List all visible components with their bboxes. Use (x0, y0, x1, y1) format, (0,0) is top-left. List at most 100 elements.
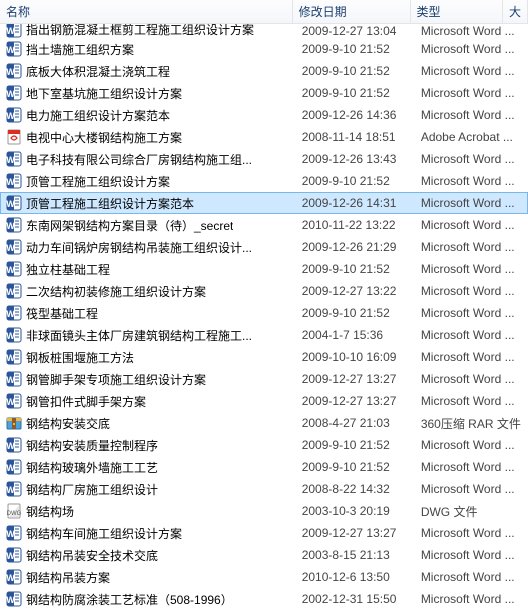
file-name-cell[interactable]: W钢管扣件式脚手架方案 (2, 393, 298, 410)
file-date-cell: 2009-12-26 14:36 (298, 108, 417, 122)
file-name-label: 东南网架钢结构方案目录（待）_secret (26, 217, 233, 234)
word-file-icon: W (6, 41, 22, 57)
svg-text:W: W (6, 221, 15, 231)
file-row[interactable]: W钢结构安装质量控制程序2009-9-10 21:52Microsoft Wor… (0, 434, 528, 456)
file-type-cell: Microsoft Word ... (417, 438, 526, 452)
file-name-cell[interactable]: W钢管脚手架专项施工组织设计方案 (2, 371, 298, 388)
dwg-file-icon: DWG (6, 503, 22, 519)
file-name-cell[interactable]: W 动力车间锅炉房钢结构吊装施工组织设计... (2, 239, 298, 256)
file-row[interactable]: W东南网架钢结构方案目录（待）_secret2010-11-22 13:22Mi… (0, 214, 528, 236)
file-name-cell[interactable]: W钢结构车间施工组织设计方案 (2, 525, 298, 542)
file-name-cell[interactable]: 钢结构安装交底 (2, 415, 298, 432)
word-file-icon: W (6, 591, 22, 607)
file-name-cell[interactable]: W 独立柱基础工程 (2, 261, 298, 278)
file-row[interactable]: W电力施工组织设计方案范本2009-12-26 14:36Microsoft W… (0, 104, 528, 126)
svg-text:W: W (6, 243, 15, 253)
word-file-icon: W (6, 24, 22, 38)
file-name-cell[interactable]: W底板大体积混凝土浇筑工程 (2, 63, 298, 80)
file-date-cell: 2009-12-26 14:31 (298, 196, 417, 210)
svg-text:W: W (6, 199, 15, 209)
file-name-cell[interactable]: W电力施工组织设计方案范本 (2, 107, 298, 124)
file-name-cell[interactable]: W地下室基坑施工组织设计方案 (2, 85, 298, 102)
file-type-cell: Microsoft Word ... (417, 526, 526, 540)
file-row[interactable]: W钢管扣件式脚手架方案2009-12-27 13:27Microsoft Wor… (0, 390, 528, 412)
file-type-cell: Microsoft Word ... (417, 372, 526, 386)
file-name-label: 指出钢筋混凝土框剪工程施工组织设计方案 (26, 24, 254, 38)
file-type-cell: Microsoft Word ... (417, 174, 526, 188)
file-name-cell[interactable]: W钢结构吊装方案 (2, 569, 298, 586)
file-row[interactable]: W钢结构吊装方案2010-12-6 13:50Microsoft Word ..… (0, 566, 528, 588)
column-header-name[interactable]: 名称 (0, 0, 293, 23)
file-list: W指出钢筋混凝土框剪工程施工组织设计方案2009-12-27 13:04Micr… (0, 24, 528, 610)
file-name-cell[interactable]: W顶管工程施工组织设计方案 (2, 173, 298, 190)
file-row[interactable]: W钢结构车间施工组织设计方案2009-12-27 13:27Microsoft … (0, 522, 528, 544)
file-type-cell: Microsoft Word ... (417, 86, 526, 100)
file-name-cell[interactable]: W钢结构玻璃外墙施工工艺 (2, 459, 298, 476)
file-row[interactable]: W指出钢筋混凝土框剪工程施工组织设计方案2009-12-27 13:04Micr… (0, 24, 528, 38)
svg-text:W: W (6, 265, 15, 275)
file-name-cell[interactable]: W非球面镜头主体厂房建筑钢结构工程施工... (2, 327, 298, 344)
file-name-cell[interactable]: W钢结构防腐涂装工艺标准（508-1996） (2, 591, 298, 608)
file-row[interactable]: 钢结构安装交底2008-4-27 21:03360压缩 RAR 文件 (0, 412, 528, 434)
file-name-cell[interactable]: 电视中心大楼钢结构施工方案 (2, 129, 298, 146)
file-type-cell: Microsoft Word ... (417, 152, 526, 166)
file-name-cell[interactable]: W 东南网架钢结构方案目录（待）_secret (2, 217, 298, 234)
file-date-cell: 2009-9-10 21:52 (298, 262, 417, 276)
file-name-cell[interactable]: W挡土墙施工组织方案 (2, 41, 298, 58)
file-row[interactable]: W顶管工程施工组织设计方案2009-9-10 21:52Microsoft Wo… (0, 170, 528, 192)
file-row[interactable]: 电视中心大楼钢结构施工方案2008-11-14 18:51Adobe Acrob… (0, 126, 528, 148)
file-name-cell[interactable]: W钢板桩围堰施工方法 (2, 349, 298, 366)
file-type-cell: Microsoft Word ... (417, 350, 526, 364)
file-row[interactable]: DWG钢结构场2003-10-3 20:19DWG 文件 (0, 500, 528, 522)
file-name-label: 地下室基坑施工组织设计方案 (26, 85, 182, 102)
svg-text:W: W (6, 397, 15, 407)
file-date-cell: 2009-12-27 13:04 (298, 24, 417, 38)
file-name-label: 底板大体积混凝土浇筑工程 (26, 63, 170, 80)
file-name-label: 独立柱基础工程 (26, 261, 110, 278)
file-row[interactable]: W顶管工程施工组织设计方案范本2009-12-26 14:31Microsoft… (0, 192, 528, 214)
file-row[interactable]: W钢结构厂房施工组织设计2008-8-22 14:32Microsoft Wor… (0, 478, 528, 500)
file-type-cell: Microsoft Word ... (417, 394, 526, 408)
file-name-label: 动力车间锅炉房钢结构吊装施工组织设计... (26, 239, 252, 256)
file-name-label: 非球面镜头主体厂房建筑钢结构工程施工... (26, 327, 252, 344)
file-name-cell[interactable]: W钢结构厂房施工组织设计 (2, 481, 298, 498)
word-file-icon: W (6, 85, 22, 101)
file-row[interactable]: W钢管脚手架专项施工组织设计方案2009-12-27 13:27Microsof… (0, 368, 528, 390)
file-date-cell: 2009-9-10 21:52 (298, 86, 417, 100)
file-row[interactable]: W底板大体积混凝土浇筑工程2009-9-10 21:52Microsoft Wo… (0, 60, 528, 82)
word-file-icon: W (6, 547, 22, 563)
file-type-cell: 360压缩 RAR 文件 (417, 415, 526, 432)
file-row[interactable]: W钢结构防腐涂装工艺标准（508-1996）2002-12-31 15:50Mi… (0, 588, 528, 610)
file-date-cell: 2008-4-27 21:03 (298, 416, 417, 430)
file-row[interactable]: W动力车间锅炉房钢结构吊装施工组织设计...2009-12-26 21:29Mi… (0, 236, 528, 258)
word-file-icon: W (6, 107, 22, 123)
file-row[interactable]: W挡土墙施工组织方案2009-9-10 21:52Microsoft Word … (0, 38, 528, 60)
file-name-cell[interactable]: W顶管工程施工组织设计方案范本 (2, 195, 298, 212)
svg-text:W: W (6, 177, 15, 187)
file-name-cell[interactable]: DWG钢结构场 (2, 503, 298, 520)
file-row[interactable]: W二次结构初装修施工组织设计方案2009-12-27 13:22Microsof… (0, 280, 528, 302)
file-type-cell: Microsoft Word ... (417, 42, 526, 56)
file-name-cell[interactable]: W筏型基础工程 (2, 305, 298, 322)
file-row[interactable]: W地下室基坑施工组织设计方案2009-9-10 21:52Microsoft W… (0, 82, 528, 104)
file-name-cell[interactable]: W二次结构初装修施工组织设计方案 (2, 283, 298, 300)
svg-text:W: W (6, 155, 15, 165)
file-row[interactable]: W筏型基础工程2009-9-10 21:52Microsoft Word ... (0, 302, 528, 324)
column-header-date[interactable]: 修改日期 (293, 0, 411, 23)
column-header-type[interactable]: 类型 (411, 0, 503, 23)
file-row[interactable]: W独立柱基础工程2009-9-10 21:52Microsoft Word ..… (0, 258, 528, 280)
file-name-cell[interactable]: W钢结构吊装安全技术交底 (2, 547, 298, 564)
file-name-cell[interactable]: W电子科技有限公司综合厂房钢结构施工组... (2, 151, 298, 168)
file-row[interactable]: W非球面镜头主体厂房建筑钢结构工程施工...2004-1-7 15:36Micr… (0, 324, 528, 346)
file-row[interactable]: W钢板桩围堰施工方法2009-10-10 16:09Microsoft Word… (0, 346, 528, 368)
file-row[interactable]: W电子科技有限公司综合厂房钢结构施工组...2009-12-26 13:43Mi… (0, 148, 528, 170)
file-name-label: 钢结构吊装方案 (26, 569, 110, 586)
file-row[interactable]: W钢结构玻璃外墙施工工艺2009-9-10 21:52Microsoft Wor… (0, 456, 528, 478)
file-row[interactable]: W钢结构吊装安全技术交底2003-8-15 21:13Microsoft Wor… (0, 544, 528, 566)
column-header-size[interactable]: 大 (503, 0, 528, 23)
svg-text:W: W (6, 441, 15, 451)
file-name-cell[interactable]: W钢结构安装质量控制程序 (2, 437, 298, 454)
file-name-cell[interactable]: W 指出钢筋混凝土框剪工程施工组织设计方案 (2, 24, 298, 38)
file-type-cell: Microsoft Word ... (417, 284, 526, 298)
file-type-cell: Microsoft Word ... (417, 570, 526, 584)
